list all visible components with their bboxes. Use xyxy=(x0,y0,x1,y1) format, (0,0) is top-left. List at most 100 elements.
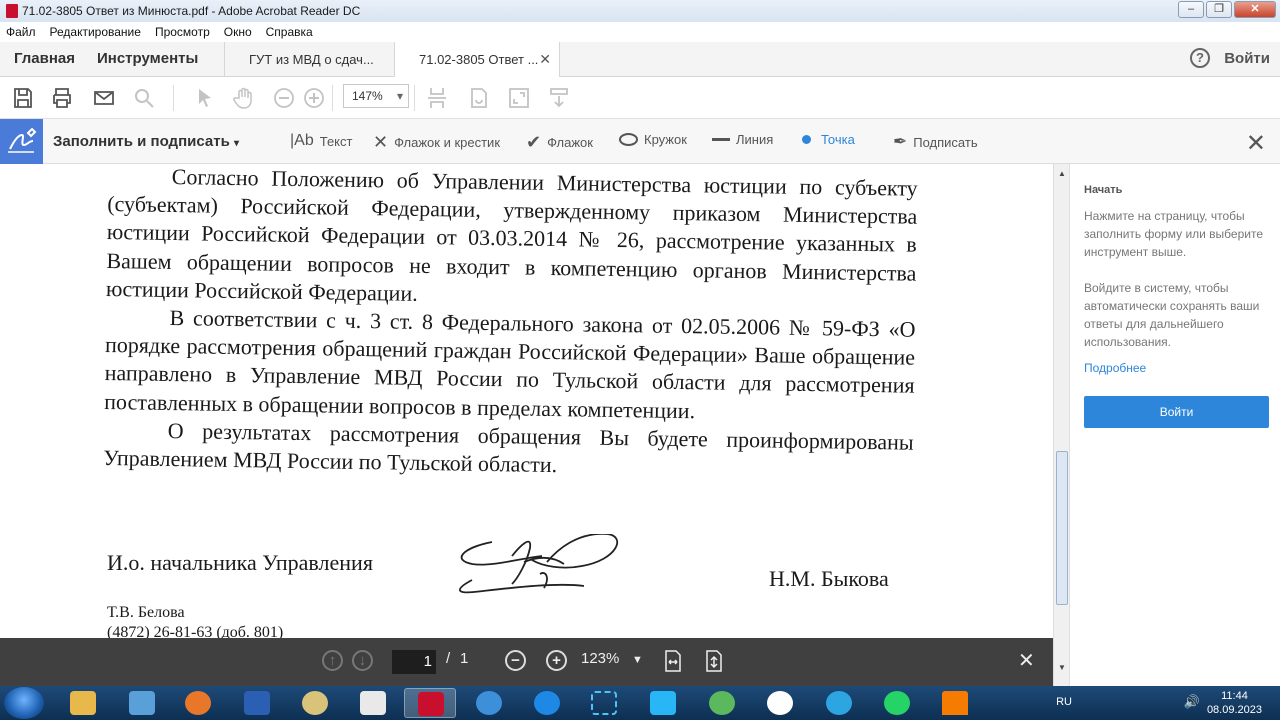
help-icon[interactable]: ? xyxy=(1190,48,1210,68)
scroll-down-icon[interactable]: ▼ xyxy=(1058,663,1066,672)
hand-icon[interactable] xyxy=(232,86,256,110)
zoom-in-icon[interactable]: + xyxy=(546,650,567,671)
sign-tool-label: Подписать xyxy=(913,134,978,150)
login-link[interactable]: Войти xyxy=(1224,50,1270,67)
panel-login-hint: Войдите в систему, чтобы автоматически с… xyxy=(1084,281,1260,349)
page-navigation-bar: ↑ ↓ 1 / 1 − + 123% ▼ ✕ xyxy=(0,638,1053,686)
scroll-mode-icon[interactable] xyxy=(547,86,571,110)
volume-icon[interactable]: 🔊 xyxy=(1184,694,1200,710)
telegram-taskbar-icon[interactable] xyxy=(813,688,865,718)
rotate-page-icon[interactable] xyxy=(467,86,491,110)
save-icon[interactable] xyxy=(11,86,35,110)
scrollbar-thumb[interactable] xyxy=(1056,451,1068,605)
document-taskbar-icon[interactable] xyxy=(347,688,399,718)
clock[interactable]: 11:44 08.09.2023 xyxy=(1207,689,1262,717)
right-panel: Начать Нажмите на страницу, чтобы заполн… xyxy=(1069,164,1280,686)
toolbar-divider xyxy=(332,85,333,111)
zoom-out-icon[interactable]: − xyxy=(505,650,526,671)
fill-sign-icon[interactable] xyxy=(0,119,43,164)
tab-document-2-label: 71.02-3805 Ответ ... xyxy=(419,52,539,67)
menu-help[interactable]: Справка xyxy=(266,25,313,39)
control-panel-taskbar-icon[interactable] xyxy=(116,688,168,718)
handwritten-signature xyxy=(458,534,618,594)
email-icon[interactable] xyxy=(92,86,116,110)
sign-tool[interactable]: ✒ Подписать xyxy=(893,132,978,152)
next-page-icon[interactable]: ↓ xyxy=(352,650,373,671)
video-call-taskbar-icon[interactable] xyxy=(637,688,689,718)
fit-page-icon[interactable] xyxy=(425,86,449,110)
window-controls: – ❐ ✕ xyxy=(1178,1,1276,18)
explorer-taskbar-icon[interactable] xyxy=(57,688,109,718)
full-screen-icon[interactable] xyxy=(507,86,531,110)
search-icon[interactable] xyxy=(132,86,156,110)
panel-hint: Нажмите на страницу, чтобы заполнить фор… xyxy=(1084,209,1264,259)
tab-document-2[interactable]: 71.02-3805 Ответ ... ✕ xyxy=(394,42,560,77)
paragraph: О результатах рассмотрения обращения Вы … xyxy=(103,417,914,478)
menu-file[interactable]: Файл xyxy=(6,25,36,39)
close-navigation-icon[interactable]: ✕ xyxy=(1018,648,1035,673)
dot-tool[interactable]: Точка xyxy=(802,132,855,147)
acrobat-taskbar-icon[interactable] xyxy=(404,688,456,718)
fill-sign-title[interactable]: Заполнить и подписать ▾ xyxy=(53,133,239,150)
line-tool[interactable]: Линия xyxy=(712,132,773,147)
minimize-button[interactable]: – xyxy=(1178,1,1204,18)
executor-name: Т.В. Белова xyxy=(107,604,185,621)
close-window-button[interactable]: ✕ xyxy=(1234,1,1276,18)
zoom-dropdown-icon[interactable]: ▼ xyxy=(632,654,643,666)
maximize-button[interactable]: ❐ xyxy=(1206,1,1232,18)
whatsapp-taskbar-icon[interactable] xyxy=(871,688,923,718)
main-toolbar xyxy=(0,77,1280,119)
previous-page-icon[interactable]: ↑ xyxy=(322,650,343,671)
browser-taskbar-icon[interactable] xyxy=(463,688,515,718)
page-number-input[interactable]: 1 xyxy=(392,650,436,674)
internet-explorer-taskbar-icon[interactable] xyxy=(521,688,573,718)
menu-bar: Файл Редактирование Просмотр Окно Справк… xyxy=(0,22,1280,42)
learn-more-link[interactable]: Подробнее xyxy=(1084,361,1146,375)
login-button[interactable]: Войти xyxy=(1084,396,1269,428)
line-icon xyxy=(712,138,730,141)
panel-title: Начать xyxy=(1084,184,1123,196)
cross-tool[interactable]: ✕ Флажок и крестик xyxy=(373,132,500,153)
line-tool-label: Линия xyxy=(736,132,774,147)
document-view[interactable]: Согласно Положению об Управлении Министе… xyxy=(0,164,1053,638)
sign-pen-icon: ✒ xyxy=(893,132,908,151)
zoom-select[interactable]: 147% xyxy=(343,84,409,108)
tab-home[interactable]: Главная xyxy=(14,50,75,67)
fit-width-icon[interactable] xyxy=(664,650,682,672)
zoom-level[interactable]: 123% xyxy=(581,650,619,667)
menu-window[interactable]: Окно xyxy=(224,25,252,39)
zoom-out-icon[interactable] xyxy=(272,86,296,110)
menu-edit[interactable]: Редактирование xyxy=(50,25,141,39)
word-taskbar-icon[interactable] xyxy=(231,688,283,718)
fit-page-icon[interactable] xyxy=(705,650,723,672)
scroll-up-icon[interactable]: ▲ xyxy=(1058,169,1066,178)
vertical-scrollbar[interactable]: ▲ ▼ xyxy=(1053,164,1069,686)
close-tab-icon[interactable]: ✕ xyxy=(539,51,551,68)
circle-tool[interactable]: Кружок xyxy=(619,132,687,147)
paragraph: В соответствии с ч. 3 ст. 8 Федерального… xyxy=(104,305,916,423)
paint-taskbar-icon[interactable] xyxy=(289,688,341,718)
tab-document-1-label: ГУТ из МВД о сдач... xyxy=(249,52,374,67)
paragraph: Согласно Положению об Управлении Министе… xyxy=(105,164,918,306)
dot-tool-label: Точка xyxy=(821,132,855,147)
media-player-taskbar-icon[interactable] xyxy=(172,688,224,718)
executor-phone: (4872) 26-81-63 (доб. 801) xyxy=(107,624,284,638)
zoom-in-icon[interactable] xyxy=(302,86,326,110)
snipping-tool-taskbar-icon[interactable] xyxy=(578,688,630,718)
tab-document-1[interactable]: ГУТ из МВД о сдач... xyxy=(224,42,394,77)
check-tool-label: Флажок xyxy=(547,135,593,150)
start-button[interactable] xyxy=(4,687,44,719)
toolbar-divider xyxy=(414,85,415,111)
cross-tool-label: Флажок и крестик xyxy=(394,135,501,150)
vlc-taskbar-icon[interactable] xyxy=(929,688,981,718)
check-tool[interactable]: ✔ Флажок xyxy=(526,132,593,153)
print-icon[interactable] xyxy=(50,86,74,110)
utorrent-taskbar-icon[interactable] xyxy=(696,688,748,718)
close-fill-sign-icon[interactable]: ✕ xyxy=(1246,129,1266,158)
menu-view[interactable]: Просмотр xyxy=(155,25,210,39)
language-indicator[interactable]: RU xyxy=(1056,696,1072,708)
text-tool[interactable]: |Ab Текст xyxy=(290,132,352,150)
yandex-browser-taskbar-icon[interactable] xyxy=(754,688,806,718)
select-cursor-icon[interactable] xyxy=(193,86,217,110)
tab-tools[interactable]: Инструменты xyxy=(97,50,198,67)
